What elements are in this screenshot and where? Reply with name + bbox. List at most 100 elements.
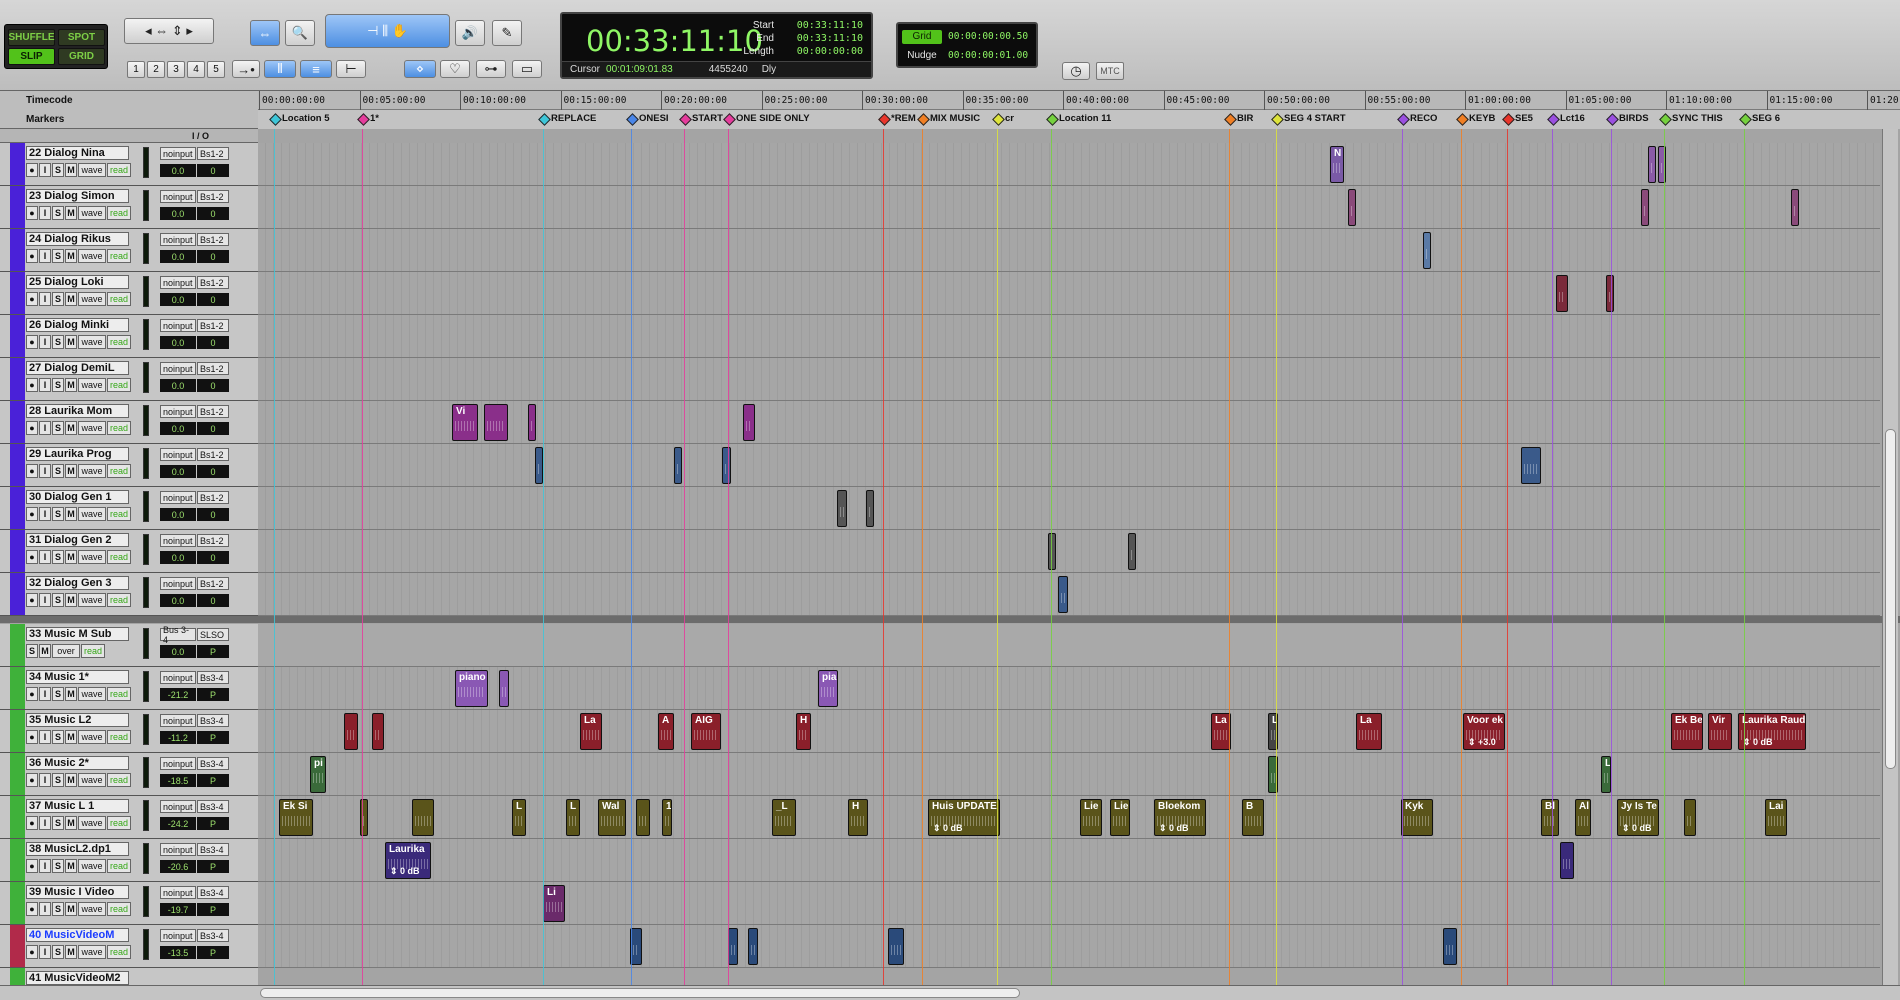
mute-button[interactable]: M [65, 902, 77, 916]
marker[interactable]: START [680, 113, 723, 124]
track-name[interactable]: 40 MusicVideoM [26, 928, 129, 942]
scrubber-tool[interactable]: 🔊 [455, 20, 485, 46]
track-name[interactable]: 29 Laurika Prog [26, 447, 129, 461]
pan-value[interactable]: 0 [197, 250, 229, 263]
solo-button[interactable]: S [52, 687, 64, 701]
track-view-selector[interactable]: wave [78, 550, 106, 564]
solo-button[interactable]: S [52, 816, 64, 830]
audio-clip[interactable]: Bl [1541, 799, 1559, 836]
solo-button[interactable]: S [52, 206, 64, 220]
audio-clip[interactable]: _L [772, 799, 796, 836]
spot-mode-button[interactable]: SPOT [58, 29, 105, 46]
track-view-selector[interactable]: wave [78, 507, 106, 521]
track-name[interactable]: 41 MusicVideoM2 [26, 971, 129, 985]
automation-mode-selector[interactable]: read [107, 730, 131, 744]
record-button[interactable]: ● [26, 593, 38, 607]
track-lane[interactable] [258, 530, 1880, 573]
record-button[interactable]: ● [26, 730, 38, 744]
audio-clip[interactable] [344, 713, 358, 750]
solo-button[interactable]: S [52, 902, 64, 916]
output-selector[interactable]: Bs1-2 [197, 534, 229, 547]
audio-clip[interactable]: AIG [691, 713, 721, 750]
record-button[interactable]: ● [26, 945, 38, 959]
main-counter[interactable]: 00:33:11:10 Start 00:33:11:10 End 00:33:… [560, 12, 873, 79]
input-selector[interactable]: noinput [160, 276, 196, 289]
audio-clip[interactable]: Laurika ⇕ 0 dB [385, 842, 431, 879]
track-header[interactable]: 24 Dialog Rikus ● I S M wave read noinput… [0, 229, 258, 272]
input-monitor-button[interactable]: I [39, 292, 51, 306]
audio-clip[interactable]: Laurika Raud ⇕ 0 dB [1738, 713, 1806, 750]
marker[interactable]: SE5 [1503, 113, 1533, 124]
track-name[interactable]: 26 Dialog Minki [26, 318, 129, 332]
solo-button[interactable]: S [52, 421, 64, 435]
input-selector[interactable]: noinput [160, 714, 196, 727]
track-header[interactable]: 31 Dialog Gen 2 ● I S M wave read noinput… [0, 530, 258, 573]
audio-clip[interactable] [1128, 533, 1136, 570]
input-selector[interactable]: noinput [160, 929, 196, 942]
marker[interactable]: 1* [358, 113, 379, 124]
audio-clip[interactable] [1791, 189, 1799, 226]
track-lane[interactable]: Laurika ⇕ 0 dB [258, 839, 1880, 882]
record-button[interactable]: ● [26, 902, 38, 916]
automation-mode-selector[interactable]: read [107, 335, 131, 349]
solo-button[interactable]: S [52, 550, 64, 564]
track-lane[interactable] [258, 573, 1880, 616]
input-selector[interactable]: noinput [160, 147, 196, 160]
audio-clip[interactable]: Lai [1765, 799, 1787, 836]
output-selector[interactable]: Bs3-4 [197, 929, 229, 942]
marker[interactable]: KEYB [1457, 113, 1495, 124]
solo-button[interactable]: S [52, 507, 64, 521]
mute-button[interactable]: M [65, 292, 77, 306]
delay-comp-label[interactable]: Dly [762, 64, 776, 75]
mute-button[interactable]: M [65, 730, 77, 744]
audio-clip[interactable]: La [580, 713, 602, 750]
audio-clip[interactable]: Lie [1080, 799, 1102, 836]
window-config-button[interactable]: ▭ [512, 60, 542, 78]
zoom-tool[interactable]: 🔍 [285, 20, 315, 46]
track-name[interactable]: 30 Dialog Gen 1 [26, 490, 129, 504]
audio-clip[interactable]: B [1242, 799, 1264, 836]
audio-clip[interactable] [1058, 576, 1068, 613]
pan-value[interactable]: 0 [197, 594, 229, 607]
marker[interactable]: REPLACE [539, 113, 596, 124]
marker[interactable]: SEG 4 START [1272, 113, 1346, 124]
record-button[interactable]: ● [26, 550, 38, 564]
mute-button[interactable]: M [65, 421, 77, 435]
input-selector[interactable]: noinput [160, 757, 196, 770]
automation-mode-selector[interactable]: read [107, 464, 131, 478]
horizontal-scrollbar[interactable] [0, 985, 1900, 1000]
mute-button[interactable]: M [65, 687, 77, 701]
audio-clip[interactable]: Huis UPDATE ⇕ 0 dB [928, 799, 1000, 836]
input-monitor-button[interactable]: I [39, 816, 51, 830]
record-button[interactable]: ● [26, 421, 38, 435]
output-selector[interactable]: Bs1-2 [197, 147, 229, 160]
input-selector[interactable]: noinput [160, 362, 196, 375]
track-lane[interactable] [258, 925, 1880, 968]
audio-clip[interactable]: Al [1575, 799, 1591, 836]
track-header[interactable]: 35 Music L2 ● I S M wave read noinput Bs3… [0, 710, 258, 753]
audio-clip[interactable]: Bloekom ⇕ 0 dB [1154, 799, 1206, 836]
input-monitor-button[interactable]: I [39, 249, 51, 263]
input-selector[interactable]: noinput [160, 491, 196, 504]
input-monitor-button[interactable]: I [39, 550, 51, 564]
track-view-selector[interactable]: wave [78, 378, 106, 392]
mute-button[interactable]: M [65, 163, 77, 177]
track-lane[interactable] [258, 358, 1880, 401]
track-header[interactable]: 38 MusicL2.dp1 ● I S M wave read noinput … [0, 839, 258, 882]
audio-clip[interactable] [1423, 232, 1431, 269]
audio-clip[interactable]: L [512, 799, 526, 836]
pan-value[interactable]: P [197, 903, 229, 916]
pan-value[interactable]: P [197, 817, 229, 830]
horizontal-scroll-thumb[interactable] [260, 988, 1020, 998]
track-lane[interactable] [258, 444, 1880, 487]
input-selector[interactable]: noinput [160, 671, 196, 684]
mute-button[interactable]: M [65, 507, 77, 521]
volume-value[interactable]: 0.0 [160, 293, 196, 306]
grid-mode-button[interactable]: GRID [58, 48, 105, 65]
track-lane[interactable] [258, 315, 1880, 358]
audio-clip[interactable] [866, 490, 874, 527]
zoom-preset-5[interactable]: 5 [207, 61, 225, 78]
main-counter-value[interactable]: 00:33:11:10 [586, 24, 763, 58]
output-selector[interactable]: Bs1-2 [197, 577, 229, 590]
marker[interactable]: Lct16 [1548, 113, 1585, 124]
